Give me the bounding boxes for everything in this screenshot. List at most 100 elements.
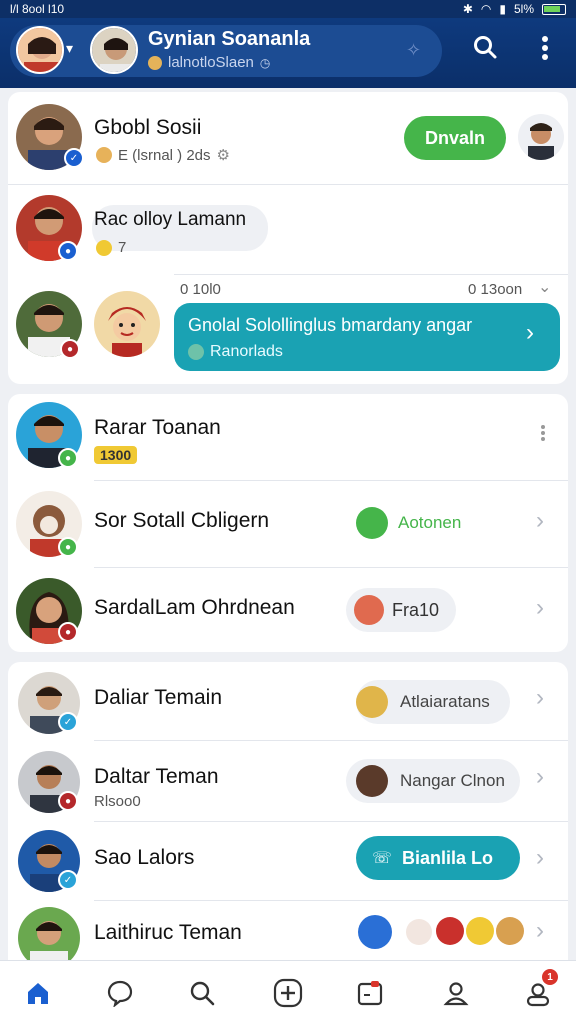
wifi-icon: ◠ [480,2,492,16]
chevron-right-icon[interactable]: › [536,507,544,535]
bluetooth-icon: ✱ [462,2,473,16]
status-chip[interactable]: Atlaiaratans [356,680,510,724]
bottom-nav: 1 [0,960,576,1024]
teal-action-button[interactable]: ☏ Bianlila Lo [356,836,520,880]
blue-status-badge: ✓ [58,712,78,732]
contact-list-card: ✓ Daliar Temain Atlaiaratans › ● Daltar … [8,662,568,969]
red-status-badge: ● [58,791,78,811]
search-icon[interactable] [472,34,498,67]
emoji-icon [96,239,112,256]
list-item[interactable]: ● Rarar Toanan 1300 [8,394,568,480]
emoji-icon [496,917,524,945]
message-subtitle: Ranorlads [210,343,283,360]
contact-name: Rarar Toanan [94,416,221,439]
phone-icon: ☏ [372,850,393,867]
more-options-icon[interactable] [540,34,550,69]
chevron-down-icon[interactable]: ▾ [66,40,73,57]
header-subtitle: lalnotloSlaen [168,54,254,71]
chevron-down-icon[interactable]: ⌄ [538,277,551,297]
tag-badge: 1300 [94,446,138,464]
nav-profile[interactable] [438,975,474,1011]
notification-badge: 1 [542,969,558,985]
settings-icon: ⚙ [216,147,230,164]
message-card[interactable]: Gnolal Solollinglus bmardany angar Ranor… [174,303,560,371]
header-title: Gynian Soananla [148,28,311,50]
avatar [356,765,388,797]
green-status-badge: ● [58,448,78,468]
left-timestamp: 0 10l0 [180,281,221,298]
nav-calendar[interactable] [352,975,388,1011]
contact-list-card: ● Rarar Toanan 1300 ● Sor Sotall Cbliger… [8,394,568,652]
list-item[interactable]: ● 0 10l0 0 13oon ⌄ Gnolal Solollinglus b… [8,275,568,384]
add-icon [273,978,303,1008]
list-item[interactable]: ● SardalLam Ohrdnean Fra10 › [8,568,568,652]
avatar [358,915,392,949]
status-bar: l/l 8ool l10 ✱ ◠ ▮ 5l% [0,0,576,18]
reaction-group[interactable] [358,915,528,951]
status-label: Atlaiaratans [400,692,490,711]
chevron-right-icon[interactable]: › [536,594,544,622]
list-item[interactable]: ✓ Gbobl Sosii E (lsrnal ) 2ds ⚙ Dnvaln [8,92,568,184]
sparkle-icon[interactable]: ✧ [406,40,421,61]
list-item[interactable]: Laithiruc Teman › [8,901,568,969]
green-status-badge: ● [58,537,78,557]
status-chip[interactable]: Nangar Clnon [346,759,520,803]
status-label: Aotonen [398,513,462,532]
chevron-right-icon[interactable]: › [536,684,544,712]
status-label: Nangar Clnon [400,771,505,790]
avatar[interactable] [518,114,564,160]
more-options-icon[interactable] [540,424,546,447]
search-icon [190,981,215,1006]
avatar [356,686,388,718]
nav-home[interactable] [20,975,56,1011]
contact-name: Daltar Teman [94,765,219,788]
header: ▾ Gynian Soananla lalnotloSlaen ◷ ✧ [0,18,576,88]
emoji-icon [436,917,464,945]
list-item[interactable]: ✓ Daliar Temain Atlaiaratans › [8,662,568,740]
blue-status-badge: ● [58,241,78,261]
conversation-card: ✓ Gbobl Sosii E (lsrnal ) 2ds ⚙ Dnvaln ●… [8,92,568,384]
message-title: Gnolal Solollinglus bmardany angar [188,315,473,335]
chevron-right-icon[interactable]: › [536,763,544,791]
emoji-icon [466,917,494,945]
nav-account[interactable]: 1 [520,969,558,1011]
nav-search[interactable] [184,975,220,1011]
red-status-badge: ● [60,339,80,359]
chevron-right-icon[interactable]: › [536,917,544,945]
list-item[interactable]: ● Rac olloy Lamann 7 [8,185,568,275]
emoji-icon [406,919,432,945]
profile-icon [443,982,469,1006]
header-status-icon [148,55,162,70]
chat-icon [107,980,133,1007]
list-item[interactable]: ● Sor Sotall Cbligern Aotonen › [8,481,568,567]
contact-name: Sor Sotall Cbligern [94,509,270,532]
contact-subtitle: Rlsoo0 [94,793,141,810]
contact-name: Gbobl Sosii [94,116,202,139]
contact-name: Laithiruc Teman [94,921,242,944]
cartoon-avatar [94,291,160,357]
battery-icon [542,3,566,15]
status-label: Fra10 [392,599,440,620]
action-label: Bianlila Lo [402,847,494,868]
avatar [354,595,384,625]
green-action-button[interactable]: Dnvaln [404,116,506,160]
chevron-right-icon[interactable]: › [536,844,544,872]
chevron-right-icon[interactable]: › [526,319,534,347]
contact-subtitle: E (lsrnal ) 2ds [118,146,211,164]
list-item[interactable]: ● Daltar Teman Rlsoo0 Nangar Clnon › [8,741,568,821]
header-avatar-1[interactable] [16,26,64,74]
blue-status-badge: ✓ [58,870,78,890]
blue-status-badge: ✓ [64,148,84,168]
nav-chat[interactable] [102,975,138,1011]
signal-icon: ▮ [499,2,506,16]
list-item[interactable]: ✓ Sao Lalors ☏ Bianlila Lo › [8,822,568,900]
status-chip[interactable]: Fra10 [346,588,456,632]
nav-add[interactable] [270,975,306,1011]
contact-name: Sao Lalors [94,846,195,869]
right-timestamp: 0 13oon [468,281,523,298]
contact-name: Rac olloy Lamann [94,209,247,230]
clock-icon: ◷ [259,55,271,70]
battery-percent: 5l% [513,2,534,16]
globe-icon [188,344,204,360]
header-avatar-2[interactable] [90,26,138,74]
